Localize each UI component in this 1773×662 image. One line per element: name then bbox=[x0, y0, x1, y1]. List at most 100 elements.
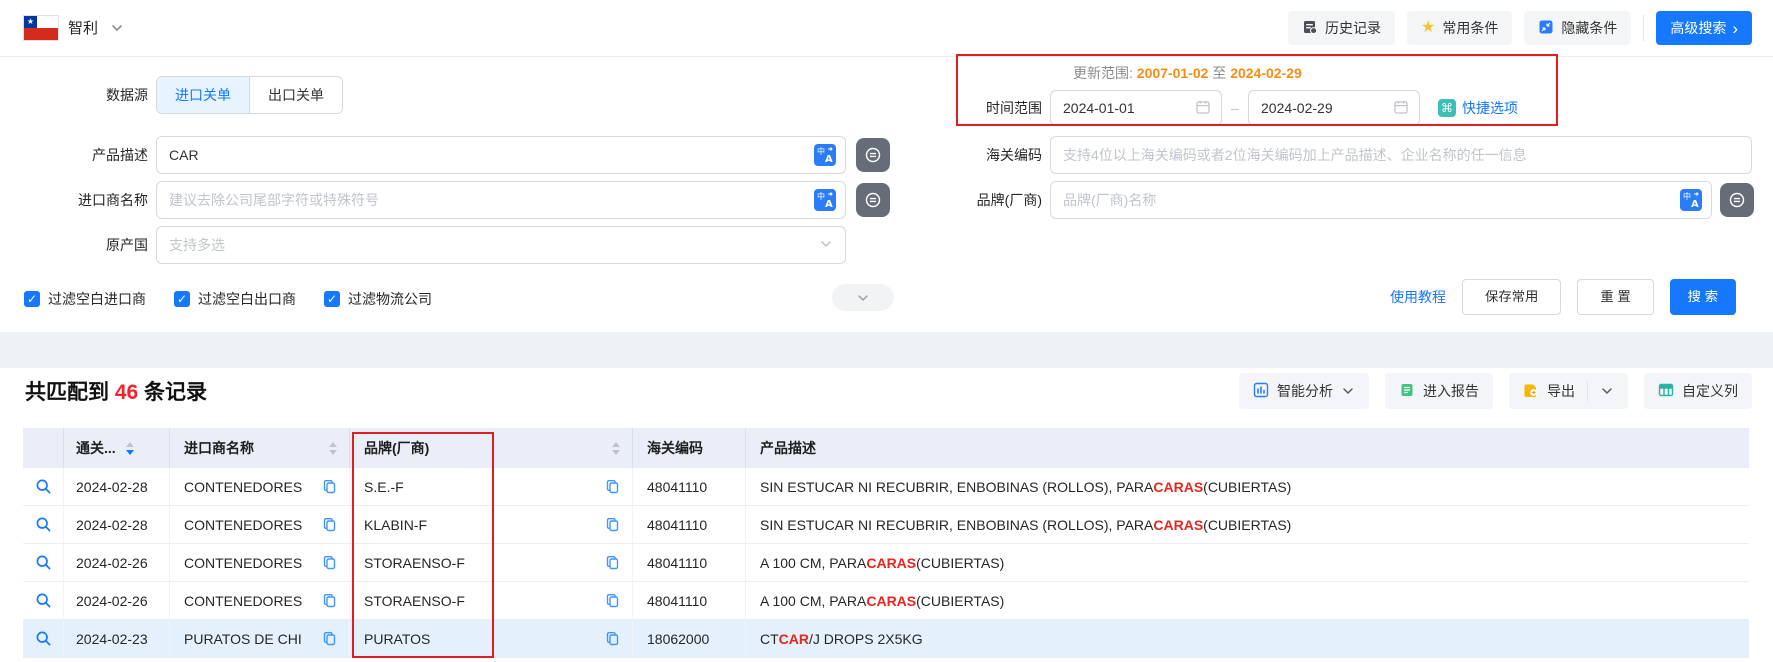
translate-icon[interactable]: 中A bbox=[814, 144, 836, 166]
favorites-button[interactable]: ★ 常用条件 bbox=[1407, 11, 1512, 45]
row-detail-search-icon[interactable] bbox=[35, 630, 52, 647]
header-clearance-date[interactable]: 通关... bbox=[64, 428, 170, 468]
smart-analysis-button[interactable]: 智能分析 bbox=[1239, 373, 1369, 409]
cell-clearance-date: 2024-02-28 bbox=[76, 517, 148, 533]
country-selector-label[interactable]: 智利 bbox=[68, 0, 98, 57]
checkbox-checked-icon: ✓ bbox=[24, 291, 40, 307]
copy-icon[interactable] bbox=[605, 631, 620, 646]
hs-code-input[interactable] bbox=[1050, 136, 1752, 174]
synonym-toggle-icon[interactable] bbox=[1720, 183, 1754, 217]
start-date-input[interactable]: 2024-01-01 bbox=[1050, 90, 1222, 126]
sort-icons[interactable] bbox=[329, 442, 337, 455]
copy-icon[interactable] bbox=[322, 555, 337, 570]
cell-brand: PURATOS bbox=[364, 631, 430, 647]
table-row[interactable]: 2024-02-23 PURATOS DE CHI PURATOS 180620… bbox=[23, 620, 1749, 658]
calendar-icon bbox=[1195, 99, 1211, 118]
svg-text:A: A bbox=[825, 199, 833, 210]
copy-icon[interactable] bbox=[605, 555, 620, 570]
history-icon bbox=[1302, 19, 1318, 38]
sort-icons[interactable] bbox=[612, 442, 620, 455]
copy-icon[interactable] bbox=[605, 479, 620, 494]
advanced-search-button[interactable]: 高级搜索 › bbox=[1656, 11, 1752, 45]
table-row[interactable]: 2024-02-28 CONTENEDORES S.E.-F 48041110 … bbox=[23, 468, 1749, 506]
tab-import-declarations[interactable]: 进口关单 bbox=[157, 77, 249, 113]
importer-input[interactable] bbox=[156, 181, 846, 219]
report-notebook-icon bbox=[1399, 382, 1415, 401]
svg-text:A: A bbox=[825, 154, 833, 165]
row-detail-search-icon[interactable] bbox=[35, 478, 52, 495]
chevron-down-icon[interactable] bbox=[110, 21, 124, 38]
row-detail-search-icon[interactable] bbox=[35, 554, 52, 571]
search-button[interactable]: 搜 索 bbox=[1670, 279, 1736, 315]
product-desc-input[interactable] bbox=[156, 136, 846, 174]
command-icon: ⌘ bbox=[1438, 99, 1456, 117]
reset-button[interactable]: 重 置 bbox=[1577, 279, 1653, 315]
header-importer[interactable]: 进口商名称 bbox=[170, 428, 350, 468]
cell-hs-code: 48041110 bbox=[647, 517, 707, 533]
synonym-toggle-icon[interactable] bbox=[856, 138, 890, 172]
tutorial-link[interactable]: 使用教程 bbox=[1390, 287, 1446, 307]
table-row[interactable]: 2024-02-26 CONTENEDORES STORAENSO-F 4804… bbox=[23, 582, 1749, 620]
chevron-down-icon bbox=[819, 237, 833, 254]
cell-hs-code: 48041110 bbox=[647, 479, 707, 495]
end-date-input[interactable]: 2024-02-29 bbox=[1248, 90, 1420, 126]
header-importer-label: 进口商名称 bbox=[184, 438, 254, 458]
translate-icon[interactable]: 中A bbox=[1680, 189, 1702, 211]
row-detail-search-icon[interactable] bbox=[35, 592, 52, 609]
svg-text:A: A bbox=[1691, 199, 1699, 210]
table-body: 2024-02-28 CONTENEDORES S.E.-F 48041110 … bbox=[23, 468, 1749, 658]
table-row[interactable]: 2024-02-26 CONTENEDORES STORAENSO-F 4804… bbox=[23, 544, 1749, 582]
sort-icons[interactable] bbox=[126, 442, 134, 455]
header-brand[interactable]: 品牌(厂商) bbox=[350, 428, 633, 468]
time-range-label: 时间范围 bbox=[922, 89, 1042, 127]
row-detail-search-icon[interactable] bbox=[35, 516, 52, 533]
copy-icon[interactable] bbox=[605, 517, 620, 532]
quick-options-link[interactable]: ⌘ 快捷选项 bbox=[1438, 90, 1518, 126]
cell-clearance-date: 2024-02-28 bbox=[76, 479, 148, 495]
results-section: 共匹配到 46 条记录 智能分析 进入报告 bbox=[0, 368, 1773, 662]
copy-icon[interactable] bbox=[322, 517, 337, 532]
copy-icon[interactable] bbox=[605, 593, 620, 608]
header-detail-column bbox=[23, 428, 64, 468]
copy-icon[interactable] bbox=[322, 631, 337, 646]
tab-export-declarations[interactable]: 出口关单 bbox=[249, 77, 342, 113]
cell-product-desc: SIN ESTUCAR NI RECUBRIR, ENBOBINAS (ROLL… bbox=[746, 506, 1749, 543]
filter-blank-importer-checkbox[interactable]: ✓ 过滤空白进口商 bbox=[24, 289, 146, 309]
export-button[interactable]: 导出 bbox=[1509, 373, 1628, 409]
summary-count: 46 bbox=[115, 381, 138, 404]
customize-columns-button[interactable]: 自定义列 bbox=[1644, 373, 1752, 409]
translate-icon[interactable]: 中A bbox=[814, 189, 836, 211]
copy-icon[interactable] bbox=[322, 479, 337, 494]
importer-label: 进口商名称 bbox=[0, 181, 148, 219]
hide-conditions-button[interactable]: 隐藏条件 bbox=[1524, 11, 1631, 45]
table-row[interactable]: 2024-02-28 CONTENEDORES KLABIN-F 4804111… bbox=[23, 506, 1749, 544]
results-summary: 共匹配到 46 条记录 bbox=[25, 376, 207, 406]
cell-clearance-date: 2024-02-26 bbox=[76, 593, 148, 609]
brand-input[interactable] bbox=[1050, 181, 1712, 219]
filter-logistics-checkbox[interactable]: ✓ 过滤物流公司 bbox=[324, 289, 432, 309]
origin-country-label: 原产国 bbox=[0, 226, 148, 264]
copy-icon[interactable] bbox=[322, 593, 337, 608]
filter-checkbox-group: ✓ 过滤空白进口商 ✓ 过滤空白出口商 ✓ 过滤物流公司 bbox=[24, 287, 432, 311]
search-form: 数据源 进口关单 出口关单 更新范围: 2007-01-02 至 2024-02… bbox=[0, 58, 1773, 332]
save-favorite-button[interactable]: 保存常用 bbox=[1462, 279, 1561, 315]
update-range-label: 更新范围: bbox=[1073, 65, 1133, 81]
origin-country-select[interactable]: 支持多选 bbox=[156, 226, 846, 264]
filter-blank-exporter-checkbox[interactable]: ✓ 过滤空白出口商 bbox=[174, 289, 296, 309]
cell-importer: CONTENEDORES bbox=[184, 555, 302, 571]
chevron-down-icon bbox=[855, 290, 871, 306]
checkbox-checked-icon: ✓ bbox=[174, 291, 190, 307]
synonym-toggle-icon[interactable] bbox=[856, 183, 890, 217]
filter-logistics-label: 过滤物流公司 bbox=[348, 289, 432, 309]
brand-label: 品牌(厂商) bbox=[922, 181, 1042, 219]
results-table: 通关... 进口商名称 品牌(厂商) 海关编码 产品描述 bbox=[23, 428, 1749, 658]
history-button[interactable]: 历史记录 bbox=[1288, 11, 1395, 45]
collapse-form-button[interactable] bbox=[832, 284, 894, 311]
hide-conditions-button-label: 隐藏条件 bbox=[1561, 18, 1617, 38]
cell-product-desc: A 100 CM, PARA CARAS (CUBIERTAS) bbox=[746, 544, 1749, 581]
cell-importer: CONTENEDORES bbox=[184, 517, 302, 533]
enter-report-button[interactable]: 进入报告 bbox=[1385, 373, 1493, 409]
update-range-to-word: 至 bbox=[1212, 65, 1226, 81]
arrow-right-icon: › bbox=[1732, 20, 1738, 37]
header-product-desc-label: 产品描述 bbox=[760, 438, 816, 458]
